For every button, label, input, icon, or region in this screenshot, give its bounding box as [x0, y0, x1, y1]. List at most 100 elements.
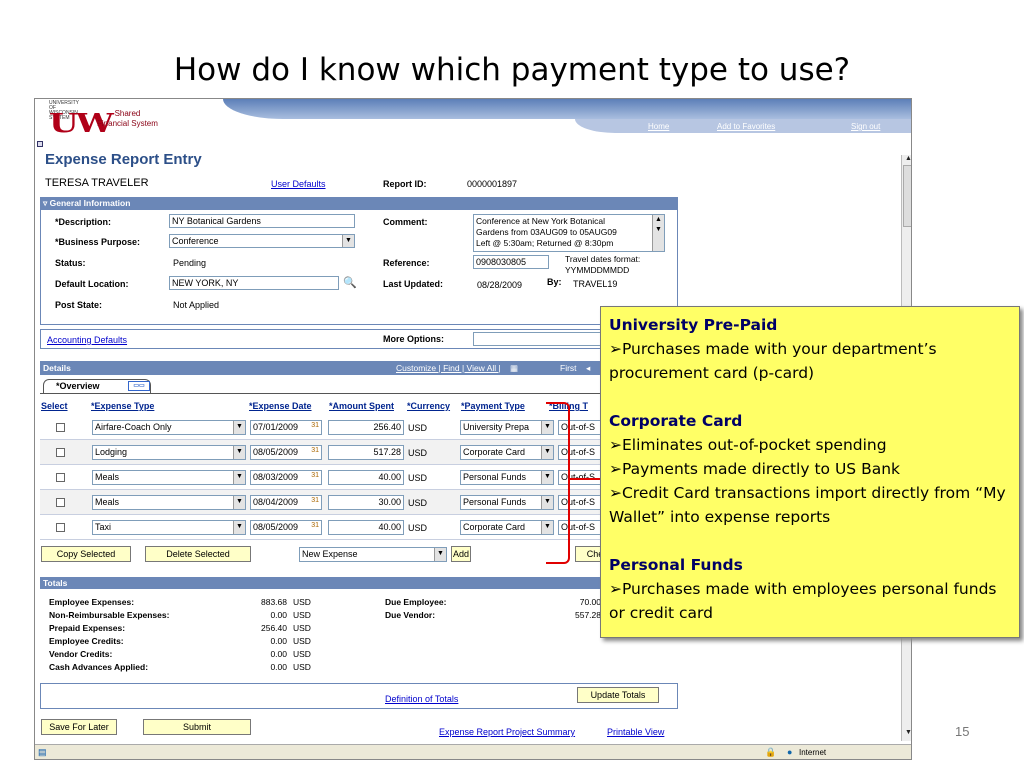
expense-date-input[interactable]: 07/01/2009 31: [250, 420, 322, 435]
calendar-icon[interactable]: 31: [311, 422, 319, 429]
total-unit: USD: [293, 623, 311, 633]
total-unit: USD: [293, 636, 311, 646]
business-purpose-label: *Business Purpose:: [55, 237, 141, 247]
chevron-down-icon[interactable]: ▼: [434, 548, 446, 561]
payment-type-select[interactable]: University Prepa ▼: [460, 420, 554, 435]
calendar-icon[interactable]: 31: [311, 497, 319, 504]
expense-type-select[interactable]: Airfare-Coach Only ▼: [92, 420, 246, 435]
amount-spent-input[interactable]: 30.00: [328, 495, 404, 510]
reference-label: Reference:: [383, 258, 430, 268]
reference-input[interactable]: 0908030805: [473, 255, 549, 269]
zone-label: Internet: [799, 748, 827, 757]
project-summary-link[interactable]: Expense Report Project Summary: [439, 727, 575, 737]
comment-scroll-icon[interactable]: ▲ ▼: [652, 215, 664, 251]
home-link[interactable]: Home: [648, 122, 669, 131]
expense-type-select[interactable]: Meals ▼: [92, 495, 246, 510]
calendar-icon[interactable]: 31: [311, 522, 319, 529]
expense-date-input[interactable]: 08/05/2009 31: [250, 445, 322, 460]
chevron-down-icon[interactable]: ▼: [233, 421, 245, 434]
expense-type-select[interactable]: Meals ▼: [92, 470, 246, 485]
user-defaults-link[interactable]: User Defaults: [271, 179, 326, 189]
amount-spent-input[interactable]: 40.00: [328, 470, 404, 485]
total-value: 0.00: [270, 649, 287, 659]
amount-spent-input[interactable]: 40.00: [328, 520, 404, 535]
due-vendor-label: Due Vendor:: [385, 610, 436, 620]
amount-spent-input[interactable]: 256.40: [328, 420, 404, 435]
calendar-icon[interactable]: 31: [311, 472, 319, 479]
lookup-search-icon[interactable]: 🔍: [343, 276, 357, 289]
scroll-thumb[interactable]: [903, 165, 911, 227]
chevron-down-icon[interactable]: ▼: [233, 471, 245, 484]
new-expense-select[interactable]: New Expense ▼: [299, 547, 447, 562]
general-info-panel: *Description: NY Botanical Gardens *Busi…: [40, 209, 678, 325]
sign-out-link[interactable]: Sign out: [851, 122, 880, 131]
payment-type-select[interactable]: Corporate Card ▼: [460, 520, 554, 535]
row-select-checkbox[interactable]: [56, 423, 65, 432]
expense-date-input[interactable]: 08/04/2009 31: [250, 495, 322, 510]
row-select-checkbox[interactable]: [56, 448, 65, 457]
due-employee-value: 70.00: [579, 597, 601, 607]
submit-button[interactable]: Submit: [143, 719, 251, 735]
general-info-title: General Information: [49, 198, 131, 208]
save-for-later-button[interactable]: Save For Later: [41, 719, 117, 735]
col-amount-spent[interactable]: *Amount Spent: [329, 401, 394, 415]
printable-view-link[interactable]: Printable View: [607, 727, 664, 737]
totals-header: Totals: [40, 577, 678, 589]
payment-type-select[interactable]: Personal Funds ▼: [460, 470, 554, 485]
row-select-checkbox[interactable]: [56, 473, 65, 482]
calendar-icon[interactable]: 31: [311, 447, 319, 454]
slide-title: How do I know which payment type to use?: [173, 52, 851, 88]
comment-textarea[interactable]: Conference at New York Botanical Gardens…: [473, 214, 665, 252]
add-to-favorites-link[interactable]: Add to Favorites: [717, 122, 775, 131]
payment-type-select[interactable]: Personal Funds ▼: [460, 495, 554, 510]
slide-page-number: 15: [955, 724, 970, 739]
report-id-value: 0000001897: [467, 179, 518, 189]
payment-type-select[interactable]: Corporate Card ▼: [460, 445, 554, 460]
row-select-checkbox[interactable]: [56, 523, 65, 532]
row-select-checkbox[interactable]: [56, 498, 65, 507]
logo-system-name: Shared Financial System: [97, 109, 158, 129]
menu-toggle-icon[interactable]: [37, 141, 43, 147]
scroll-down-icon[interactable]: ▼: [905, 729, 911, 736]
expense-date-input[interactable]: 08/05/2009 31: [250, 520, 322, 535]
expense-date-value: 08/05/2009: [253, 447, 299, 457]
col-payment-type[interactable]: *Payment Type: [461, 401, 525, 415]
table-row: Airfare-Coach Only ▼ 07/01/2009 31 256.40 …: [40, 415, 678, 440]
currency-value: USD: [408, 423, 428, 433]
general-info-header[interactable]: ▿ General Information: [40, 197, 678, 209]
copy-selected-button[interactable]: Copy Selected: [41, 546, 131, 562]
app-header: UNIVERSITY OF WISCONSIN SYSTEM UW Shared…: [35, 99, 911, 141]
col-currency[interactable]: *Currency: [407, 401, 450, 415]
chevron-down-icon[interactable]: ▼: [342, 235, 354, 247]
update-totals-button[interactable]: Update Totals: [577, 687, 659, 703]
callout-text-corporate-1: ➢Eliminates out-of-pocket spending: [609, 436, 887, 454]
tab-overview[interactable]: *Overview ▭▭: [43, 379, 151, 393]
comment-line-1: Conference at New York Botanical: [476, 216, 605, 226]
default-location-input[interactable]: NEW YORK, NY: [169, 276, 339, 290]
col-expense-type[interactable]: *Expense Type: [91, 401, 154, 415]
definition-of-totals-link[interactable]: Definition of Totals: [385, 694, 458, 704]
expense-date-input[interactable]: 08/03/2009 31: [250, 470, 322, 485]
business-purpose-select[interactable]: Conference ▼: [169, 234, 355, 248]
expense-type-select[interactable]: Taxi ▼: [92, 520, 246, 535]
add-button[interactable]: Add: [451, 546, 471, 562]
business-purpose-value: Conference: [172, 236, 219, 246]
delete-selected-button[interactable]: Delete Selected: [145, 546, 251, 562]
grid-icon[interactable]: ▦: [510, 361, 518, 375]
chevron-down-icon[interactable]: ▼: [233, 521, 245, 534]
chevron-down-icon[interactable]: ▼: [233, 446, 245, 459]
accounting-defaults-link[interactable]: Accounting Defaults: [47, 335, 127, 345]
show-all-columns-icon[interactable]: ▭▭: [128, 381, 150, 391]
details-title: Details: [43, 363, 71, 373]
amount-spent-input[interactable]: 517.28: [328, 445, 404, 460]
callout-text-personal: ➢Purchases made with employees personal …: [609, 580, 997, 622]
chevron-down-icon[interactable]: ▼: [233, 496, 245, 509]
currency-value: USD: [408, 523, 428, 533]
description-input[interactable]: NY Botanical Gardens: [169, 214, 355, 228]
expense-type-select[interactable]: Lodging ▼: [92, 445, 246, 460]
col-expense-date[interactable]: *Expense Date: [249, 401, 312, 415]
previous-page-icon[interactable]: ◂: [586, 361, 590, 375]
scroll-up-icon[interactable]: ▲: [905, 155, 911, 162]
first-page-label[interactable]: First: [560, 361, 577, 375]
details-grid-links[interactable]: Customize | Find | View All |: [396, 361, 501, 375]
